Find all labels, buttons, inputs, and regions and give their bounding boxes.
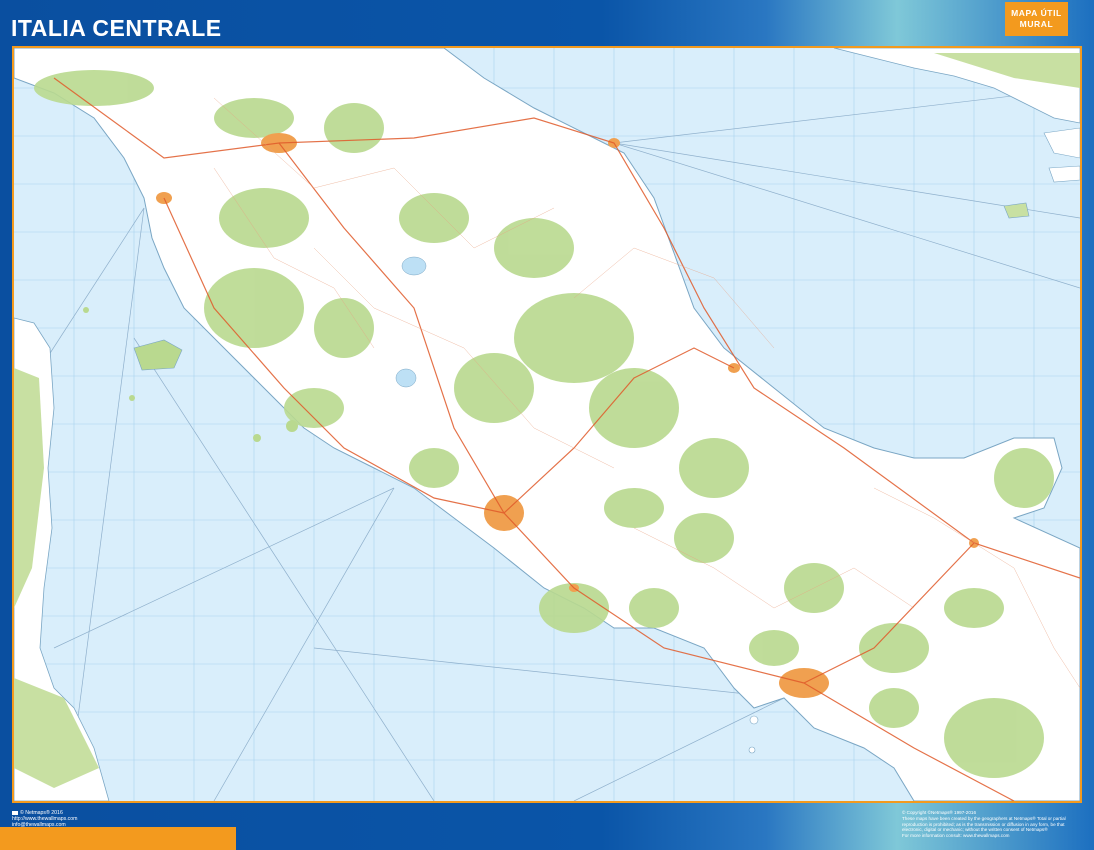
island-pianosa bbox=[129, 395, 135, 401]
footer-copyright: © Copyright ©Netmaps® 1997-2016 These ma… bbox=[902, 810, 1087, 839]
island-capri bbox=[748, 746, 756, 754]
island-1 bbox=[1043, 127, 1080, 159]
footer-orange-bar bbox=[0, 827, 236, 850]
lake-bolsena bbox=[395, 368, 417, 388]
map-svg bbox=[14, 48, 1080, 801]
footer-right-line-2: These maps have been created by the geog… bbox=[902, 815, 1066, 821]
brand-line-1: MAPA ÚTIL bbox=[1011, 8, 1062, 18]
netmaps-logo-icon bbox=[12, 810, 18, 815]
brand-line-2: MURAL bbox=[1019, 19, 1054, 29]
elba-island bbox=[133, 339, 183, 371]
island-2 bbox=[1048, 165, 1080, 183]
lake-trasimeno bbox=[401, 256, 427, 276]
island-ischia bbox=[749, 715, 759, 725]
island-giglio bbox=[253, 434, 261, 442]
footer-right-line-5: For more information consult: www.thewal… bbox=[902, 833, 1010, 839]
island-3 bbox=[1003, 202, 1030, 219]
monte-argentario bbox=[286, 420, 298, 432]
map-title: ITALIA CENTRALE bbox=[11, 15, 222, 41]
footer-contact: © Netmaps® 2016 http://www.thewallmaps.c… bbox=[12, 810, 77, 828]
map-canvas[interactable] bbox=[12, 46, 1082, 803]
italy-mainland bbox=[14, 48, 1080, 801]
island-capraia bbox=[83, 307, 89, 313]
brand-badge[interactable]: MAPA ÚTIL MURAL bbox=[1005, 2, 1068, 36]
